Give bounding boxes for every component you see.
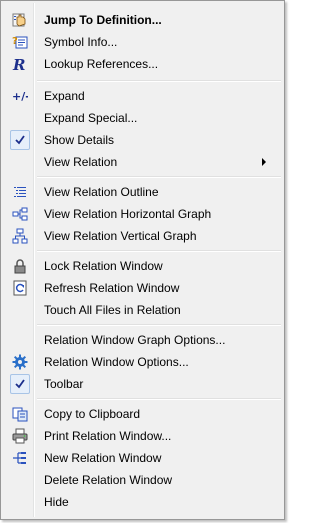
menu-separator — [37, 324, 281, 326]
menu-item-toolbar[interactable]: Toolbar — [4, 373, 281, 395]
menu-item-expand-special[interactable]: Expand Special... — [4, 107, 281, 129]
menu-item-view-relation-outline[interactable]: View Relation Outline — [4, 181, 281, 203]
menu-item-label: Refresh Relation Window — [44, 281, 180, 295]
menu-item-lookup-references[interactable]: R Lookup References... — [4, 53, 281, 75]
menu-item-print-relation-window[interactable]: Print Relation Window... — [4, 425, 281, 447]
horizontal-graph-icon — [12, 206, 28, 222]
menu-item-label: Hide — [44, 495, 69, 509]
menu-item-view-relation-horizontal-graph[interactable]: View Relation Horizontal Graph — [4, 203, 281, 225]
menu-item-lock-relation-window[interactable]: Lock Relation Window — [4, 255, 281, 277]
submenu-arrow-icon — [262, 158, 266, 166]
menu-item-label: Relation Window Options... — [44, 355, 189, 369]
context-menu: Jump To Definition... ? Symbol Info... R… — [0, 0, 285, 520]
menu-item-hide[interactable]: Hide — [4, 491, 281, 513]
refresh-icon — [12, 280, 28, 296]
copy-icon — [12, 406, 28, 422]
lock-icon — [12, 258, 28, 274]
printer-icon — [12, 428, 28, 444]
menu-item-label: Lookup References... — [44, 57, 159, 71]
menu-item-label: Delete Relation Window — [44, 473, 173, 487]
lookup-references-icon: R — [12, 56, 28, 72]
menu-item-label: View Relation Vertical Graph — [44, 229, 197, 243]
menu-item-label: View Relation Horizontal Graph — [44, 207, 212, 221]
menu-item-label: Jump To Definition... — [44, 13, 162, 27]
menu-item-label: View Relation Outline — [44, 185, 159, 199]
menu-item-label: Relation Window Graph Options... — [44, 333, 226, 347]
gear-icon — [12, 354, 28, 370]
svg-text:?: ? — [12, 36, 18, 47]
menu-item-label: Toolbar — [44, 377, 84, 391]
jump-to-definition-icon — [12, 12, 28, 28]
menu-item-label: Print Relation Window... — [44, 429, 172, 443]
menu-separator — [37, 398, 281, 400]
menu-separator — [37, 80, 281, 82]
menu-item-label: New Relation Window — [44, 451, 162, 465]
menu-item-view-relation[interactable]: View Relation — [4, 151, 281, 173]
outline-view-icon — [12, 184, 28, 200]
menu-item-touch-all-files[interactable]: Touch All Files in Relation — [4, 299, 281, 321]
checkmark-icon — [10, 130, 30, 150]
new-window-icon — [12, 450, 28, 466]
svg-text:+/-: +/- — [12, 90, 28, 103]
menu-item-label: Copy to Clipboard — [44, 407, 141, 421]
menu-separator — [37, 250, 281, 252]
menu-item-label: Lock Relation Window — [44, 259, 163, 273]
menu-item-label: Show Details — [44, 133, 115, 147]
menu-item-jump-to-definition[interactable]: Jump To Definition... — [4, 9, 281, 31]
menu-item-delete-relation-window[interactable]: Delete Relation Window — [4, 469, 281, 491]
vertical-graph-icon — [12, 228, 28, 244]
plus-minus-icon: +/- — [12, 88, 28, 104]
menu-item-relation-window-options[interactable]: Relation Window Options... — [4, 351, 281, 373]
checkmark-icon — [10, 374, 30, 394]
menu-item-refresh-relation-window[interactable]: Refresh Relation Window — [4, 277, 281, 299]
menu-item-label: Expand — [44, 89, 85, 103]
menu-item-new-relation-window[interactable]: New Relation Window — [4, 447, 281, 469]
menu-item-label: Touch All Files in Relation — [44, 303, 181, 317]
menu-item-graph-options[interactable]: Relation Window Graph Options... — [4, 329, 281, 351]
menu-item-expand[interactable]: +/- Expand — [4, 85, 281, 107]
menu-item-symbol-info[interactable]: ? Symbol Info... — [4, 31, 281, 53]
menu-item-copy-to-clipboard[interactable]: Copy to Clipboard — [4, 403, 281, 425]
svg-text:R: R — [12, 56, 25, 72]
menu-item-label: View Relation — [44, 155, 118, 169]
menu-item-show-details[interactable]: Show Details — [4, 129, 281, 151]
menu-item-label: Expand Special... — [44, 111, 138, 125]
menu-item-label: Symbol Info... — [44, 35, 118, 49]
menu-separator — [37, 176, 281, 178]
menu-item-view-relation-vertical-graph[interactable]: View Relation Vertical Graph — [4, 225, 281, 247]
symbol-info-icon: ? — [12, 34, 28, 50]
